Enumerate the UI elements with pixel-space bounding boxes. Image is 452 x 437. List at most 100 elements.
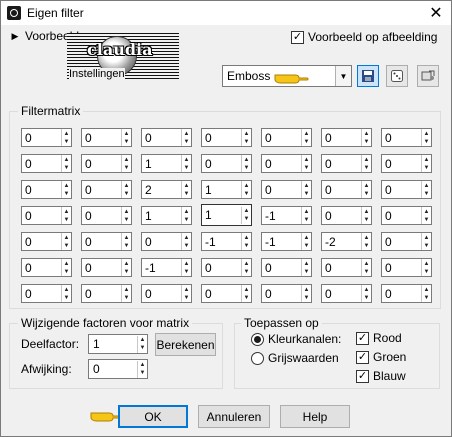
color-channels-radio[interactable] bbox=[251, 332, 264, 346]
matrix-cell-spinner[interactable]: ▲ ▼ bbox=[361, 233, 371, 250]
chevron-down-icon[interactable]: ▼ bbox=[335, 66, 351, 86]
matrix-cell[interactable]: 0 ▲ ▼ bbox=[201, 128, 252, 147]
matrix-cell-spinner[interactable]: ▲ ▼ bbox=[61, 155, 71, 172]
matrix-cell[interactable]: 0 ▲ ▼ bbox=[261, 180, 312, 199]
matrix-cell-spinner[interactable]: ▲ ▼ bbox=[301, 155, 311, 172]
matrix-cell[interactable]: 0 ▲ ▼ bbox=[81, 128, 132, 147]
matrix-cell[interactable]: 0 ▲ ▼ bbox=[321, 258, 372, 277]
matrix-cell[interactable]: 0 ▲ ▼ bbox=[21, 154, 72, 173]
matrix-cell-spinner[interactable]: ▲ ▼ bbox=[301, 181, 311, 198]
matrix-cell-spinner[interactable]: ▲ ▼ bbox=[421, 181, 431, 198]
matrix-cell[interactable]: 0 ▲ ▼ bbox=[201, 154, 252, 173]
matrix-cell[interactable]: 0 ▲ ▼ bbox=[381, 154, 432, 173]
matrix-cell[interactable]: 0 ▲ ▼ bbox=[81, 154, 132, 173]
help-button[interactable]: Help bbox=[280, 405, 350, 428]
matrix-cell[interactable]: 1 ▲ ▼ bbox=[201, 180, 252, 199]
matrix-cell-spinner[interactable]: ▲ ▼ bbox=[421, 207, 431, 224]
grayscale-radio[interactable] bbox=[251, 351, 264, 365]
matrix-cell[interactable]: 0 ▲ ▼ bbox=[81, 284, 132, 303]
red-option[interactable]: ✓ Rood bbox=[356, 331, 402, 345]
matrix-cell-spinner[interactable]: ▲ ▼ bbox=[121, 207, 131, 224]
matrix-cell[interactable]: 2 ▲ ▼ bbox=[141, 180, 192, 199]
green-option[interactable]: ✓ Groen bbox=[356, 350, 406, 364]
preview-on-image-option[interactable]: ✓ Voorbeeld op afbeelding bbox=[291, 30, 437, 44]
save-preset-button[interactable] bbox=[357, 65, 379, 87]
matrix-cell-spinner[interactable]: ▲ ▼ bbox=[61, 207, 71, 224]
matrix-cell-spinner[interactable]: ▲ ▼ bbox=[301, 129, 311, 146]
matrix-cell-spinner[interactable]: ▲ ▼ bbox=[121, 155, 131, 172]
matrix-cell[interactable]: 0 ▲ ▼ bbox=[21, 180, 72, 199]
matrix-cell-spinner[interactable]: ▲ ▼ bbox=[121, 181, 131, 198]
matrix-cell[interactable]: 0 ▲ ▼ bbox=[81, 232, 132, 251]
matrix-cell[interactable]: 0 ▲ ▼ bbox=[381, 258, 432, 277]
bias-spinner[interactable]: ▲ ▼ bbox=[137, 360, 147, 378]
blue-option[interactable]: ✓ Blauw bbox=[356, 369, 406, 383]
matrix-cell[interactable]: 0 ▲ ▼ bbox=[21, 206, 72, 225]
cancel-button[interactable]: Annuleren bbox=[198, 405, 270, 428]
matrix-cell-spinner[interactable]: ▲ ▼ bbox=[301, 259, 311, 276]
matrix-cell-spinner[interactable]: ▲ ▼ bbox=[241, 181, 251, 198]
matrix-cell[interactable]: 0 ▲ ▼ bbox=[321, 128, 372, 147]
color-channels-option[interactable]: Kleurkanalen: bbox=[251, 332, 341, 346]
matrix-cell-spinner[interactable]: ▲ ▼ bbox=[241, 259, 251, 276]
matrix-cell[interactable]: 0 ▲ ▼ bbox=[381, 284, 432, 303]
matrix-cell[interactable]: 0 ▲ ▼ bbox=[321, 284, 372, 303]
matrix-cell[interactable]: 0 ▲ ▼ bbox=[81, 180, 132, 199]
ok-button[interactable]: OK bbox=[118, 405, 188, 428]
matrix-cell[interactable]: 0 ▲ ▼ bbox=[261, 128, 312, 147]
matrix-cell-spinner[interactable]: ▲ ▼ bbox=[121, 129, 131, 146]
bias-field[interactable]: 0 ▲ ▼ bbox=[88, 359, 148, 379]
matrix-cell-spinner[interactable]: ▲ ▼ bbox=[241, 155, 251, 172]
matrix-cell[interactable]: 0 ▲ ▼ bbox=[381, 206, 432, 225]
matrix-cell[interactable]: 0 ▲ ▼ bbox=[321, 206, 372, 225]
matrix-cell[interactable]: 0 ▲ ▼ bbox=[141, 128, 192, 147]
matrix-cell[interactable]: 0 ▲ ▼ bbox=[261, 154, 312, 173]
matrix-cell[interactable]: 0 ▲ ▼ bbox=[201, 284, 252, 303]
matrix-cell-spinner[interactable]: ▲ ▼ bbox=[181, 155, 191, 172]
matrix-cell[interactable]: -2 ▲ ▼ bbox=[321, 232, 372, 251]
matrix-cell[interactable]: 0 ▲ ▼ bbox=[261, 258, 312, 277]
matrix-cell-spinner[interactable]: ▲ ▼ bbox=[241, 233, 251, 250]
matrix-cell-spinner[interactable]: ▲ ▼ bbox=[421, 259, 431, 276]
matrix-cell[interactable]: 0 ▲ ▼ bbox=[381, 232, 432, 251]
divisor-spinner[interactable]: ▲ ▼ bbox=[137, 335, 147, 353]
matrix-cell[interactable]: 0 ▲ ▼ bbox=[321, 154, 372, 173]
matrix-cell[interactable]: 0 ▲ ▼ bbox=[261, 284, 312, 303]
matrix-cell[interactable]: 0 ▲ ▼ bbox=[21, 128, 72, 147]
matrix-cell-spinner[interactable]: ▲ ▼ bbox=[361, 259, 371, 276]
matrix-cell-spinner[interactable]: ▲ ▼ bbox=[241, 206, 251, 224]
matrix-cell-spinner[interactable]: ▲ ▼ bbox=[241, 285, 251, 302]
matrix-cell-spinner[interactable]: ▲ ▼ bbox=[301, 233, 311, 250]
matrix-cell[interactable]: 1 ▲ ▼ bbox=[141, 154, 192, 173]
matrix-cell[interactable]: 1 ▲ ▼ bbox=[201, 204, 252, 226]
reset-button[interactable] bbox=[417, 65, 439, 87]
matrix-cell[interactable]: 0 ▲ ▼ bbox=[141, 284, 192, 303]
matrix-cell[interactable]: 0 ▲ ▼ bbox=[381, 128, 432, 147]
matrix-cell-spinner[interactable]: ▲ ▼ bbox=[421, 233, 431, 250]
matrix-cell[interactable]: 0 ▲ ▼ bbox=[21, 284, 72, 303]
matrix-cell[interactable]: -1 ▲ ▼ bbox=[261, 232, 312, 251]
matrix-cell-spinner[interactable]: ▲ ▼ bbox=[181, 259, 191, 276]
matrix-cell[interactable]: -1 ▲ ▼ bbox=[141, 258, 192, 277]
matrix-cell-spinner[interactable]: ▲ ▼ bbox=[61, 233, 71, 250]
matrix-cell[interactable]: 0 ▲ ▼ bbox=[81, 206, 132, 225]
matrix-cell-spinner[interactable]: ▲ ▼ bbox=[181, 207, 191, 224]
matrix-cell-spinner[interactable]: ▲ ▼ bbox=[181, 233, 191, 250]
matrix-cell-spinner[interactable]: ▲ ▼ bbox=[241, 129, 251, 146]
matrix-cell-spinner[interactable]: ▲ ▼ bbox=[61, 259, 71, 276]
compute-button[interactable]: Berekenen bbox=[155, 333, 216, 356]
matrix-cell-spinner[interactable]: ▲ ▼ bbox=[61, 285, 71, 302]
matrix-cell[interactable]: -1 ▲ ▼ bbox=[201, 232, 252, 251]
matrix-cell[interactable]: 1 ▲ ▼ bbox=[141, 206, 192, 225]
matrix-cell-spinner[interactable]: ▲ ▼ bbox=[61, 181, 71, 198]
matrix-cell-spinner[interactable]: ▲ ▼ bbox=[181, 181, 191, 198]
matrix-cell-spinner[interactable]: ▲ ▼ bbox=[301, 207, 311, 224]
divisor-field[interactable]: 1 ▲ ▼ bbox=[88, 334, 148, 354]
matrix-cell[interactable]: 0 ▲ ▼ bbox=[321, 180, 372, 199]
matrix-cell-spinner[interactable]: ▲ ▼ bbox=[181, 285, 191, 302]
matrix-cell-spinner[interactable]: ▲ ▼ bbox=[361, 181, 371, 198]
matrix-cell[interactable]: 0 ▲ ▼ bbox=[81, 258, 132, 277]
matrix-cell[interactable]: 0 ▲ ▼ bbox=[201, 258, 252, 277]
matrix-cell[interactable]: 0 ▲ ▼ bbox=[381, 180, 432, 199]
matrix-cell-spinner[interactable]: ▲ ▼ bbox=[361, 207, 371, 224]
